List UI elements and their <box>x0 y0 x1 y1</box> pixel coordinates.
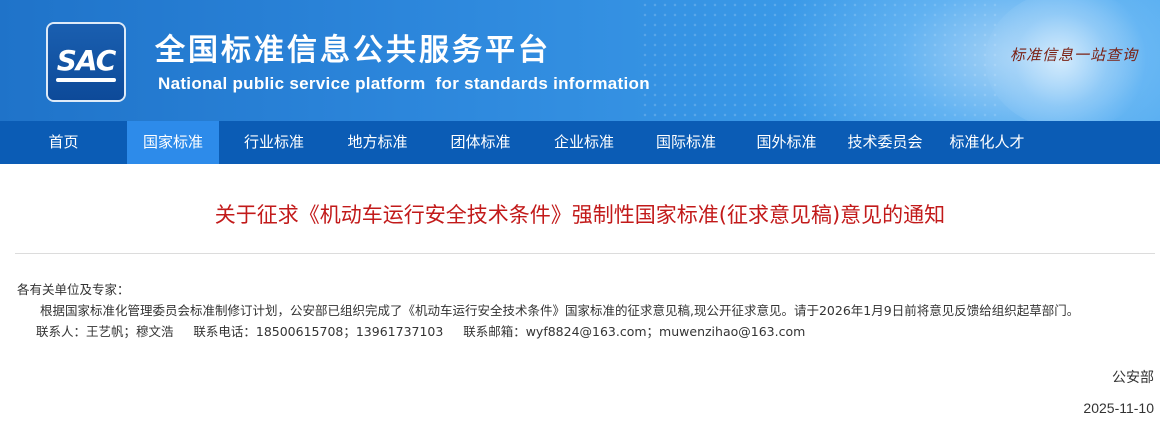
nav-item-international-standards[interactable]: 国际标准 <box>633 121 739 164</box>
nav-item-standardization-talent[interactable]: 标准化人才 <box>936 121 1038 164</box>
logo-text: SAC <box>56 44 117 77</box>
main-nav: 首页 国家标准 行业标准 地方标准 团体标准 企业标准 国际标准 国外标准 技术… <box>0 121 1160 164</box>
nav-item-technical-committees[interactable]: 技术委员会 <box>834 121 936 164</box>
notice-body: 各有关单位及专家： 根据国家标准化管理委员会标准制修订计划，公安部已组织完成了《… <box>17 279 1157 342</box>
nav-item-foreign-standards[interactable]: 国外标准 <box>739 121 834 164</box>
slogan-calligraphy: 标准信息一站查询 <box>1010 46 1139 64</box>
nav-item-home[interactable]: 首页 <box>0 121 127 164</box>
notice-title: 关于征求《机动车运行安全技术条件》强制性国家标准(征求意见稿)意见的通知 <box>214 203 946 227</box>
issue-date: 2025-11-10 <box>1083 400 1154 416</box>
divider <box>15 253 1155 254</box>
site-header: SAC 全国标准信息公共服务平台 National public service… <box>0 0 1160 121</box>
site-subtitle: National public service platform for sta… <box>158 74 650 93</box>
nav-item-industry-standards[interactable]: 行业标准 <box>219 121 329 164</box>
nav-item-group-standards[interactable]: 团体标准 <box>426 121 535 164</box>
logo-swoosh <box>56 78 116 82</box>
contact-info: 联系人：王艺帆；穆文浩 联系电话：18500615708；13961737103… <box>36 324 806 339</box>
nav-item-local-standards[interactable]: 地方标准 <box>329 121 426 164</box>
nav-item-national-standards[interactable]: 国家标准 <box>127 121 219 164</box>
salutation: 各有关单位及专家： <box>17 282 130 297</box>
nav-item-enterprise-standards[interactable]: 企业标准 <box>535 121 633 164</box>
body-paragraph: 根据国家标准化管理委员会标准制修订计划，公安部已组织完成了《机动车运行安全技术条… <box>40 303 1080 318</box>
issuer: 公安部 <box>1112 370 1154 386</box>
site-title: 全国标准信息公共服务平台 <box>155 33 551 68</box>
sac-logo[interactable]: SAC <box>48 24 124 100</box>
